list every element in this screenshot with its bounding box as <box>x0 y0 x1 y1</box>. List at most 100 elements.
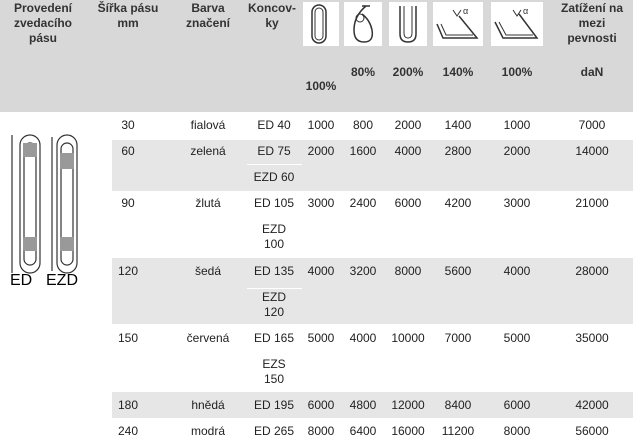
cell-end-fitting: ED 40 <box>257 118 291 132</box>
header-color: Barva značení <box>178 1 238 31</box>
cell-breaking-load: 7000 <box>578 118 606 132</box>
cell-capacity: 5000 <box>503 331 531 345</box>
svg-text:α: α <box>523 6 528 16</box>
cell-breaking-load: 56000 <box>575 424 609 438</box>
cell-end-fitting: ED 105 <box>253 196 295 210</box>
cell-width: 150 <box>117 331 139 345</box>
header-design-line2: zvedacího <box>13 16 73 30</box>
header-load-line3: pevnosti <box>567 31 617 45</box>
header-color-line1: Barva <box>191 1 225 15</box>
cell-capacity: 8000 <box>307 424 335 438</box>
header-design-line1: Provedení <box>13 1 73 15</box>
pct-choke: 80% <box>350 65 376 79</box>
cell-capacity: 3000 <box>503 196 531 210</box>
ends-separator <box>247 216 302 217</box>
cell-end-fitting: ED 75 <box>257 144 291 158</box>
cell-capacity: 800 <box>352 118 374 132</box>
pct-straight: 100% <box>305 79 337 93</box>
cell-color: žlutá <box>195 196 221 210</box>
cell-capacity: 12000 <box>391 398 425 412</box>
cell-capacity: 4000 <box>503 264 531 278</box>
header-breaking-load: Zatížení na mezi pevnosti <box>552 1 632 46</box>
cell-capacity: 8400 <box>444 398 472 412</box>
unit-dan: daN <box>580 65 604 79</box>
header-ends-line2: ky <box>265 16 279 30</box>
cell-end-fitting: EZS 150 <box>262 357 286 386</box>
cell-width: 60 <box>121 144 135 158</box>
choke-hitch-icon <box>344 2 382 46</box>
cell-capacity: 8000 <box>503 424 531 438</box>
cell-color: hnědá <box>191 398 225 412</box>
cell-capacity: 1600 <box>349 144 377 158</box>
angled-basket-100-icon: α <box>491 2 543 46</box>
label-ezd: EZD <box>46 272 78 289</box>
cell-breaking-load: 42000 <box>575 398 609 412</box>
cell-capacity: 2400 <box>349 196 377 210</box>
cell-end-fitting: ED 165 <box>253 331 295 345</box>
header-load-line2: mezi <box>578 16 606 30</box>
cell-capacity: 2000 <box>394 118 422 132</box>
header-design-line3: pásu <box>28 31 57 45</box>
svg-text:α: α <box>463 6 468 16</box>
straight-loop-sling-icon <box>303 2 339 46</box>
ends-separator <box>247 355 302 356</box>
ends-separator <box>247 164 302 165</box>
angled-basket-140-icon: α <box>433 2 483 46</box>
cell-capacity: 3000 <box>307 196 335 210</box>
cell-capacity: 1000 <box>307 118 335 132</box>
lifting-sling-table: Provedení zvedacího pásu Šířka pásu mm B… <box>0 0 633 442</box>
cell-end-fitting: EZD 60 <box>253 170 295 184</box>
cell-end-fitting: ED 135 <box>253 264 295 278</box>
basket-hitch-icon <box>389 2 427 46</box>
cell-capacity: 1000 <box>503 118 531 132</box>
ends-separator <box>247 288 302 289</box>
cell-capacity: 6400 <box>349 424 377 438</box>
cell-capacity: 4800 <box>349 398 377 412</box>
pct-angled-100: 100% <box>501 65 533 79</box>
sling-types-illustration <box>11 134 78 274</box>
pct-basket: 200% <box>392 65 424 79</box>
cell-width: 120 <box>117 264 139 278</box>
cell-capacity: 1400 <box>444 118 472 132</box>
cell-color: zelená <box>190 144 226 158</box>
cell-breaking-load: 35000 <box>575 331 609 345</box>
cell-color: šedá <box>194 264 222 278</box>
cell-color: fialová <box>190 118 226 132</box>
header-ends-line1: Koncov- <box>248 1 296 15</box>
cell-capacity: 6000 <box>394 196 422 210</box>
cell-breaking-load: 28000 <box>575 264 609 278</box>
cell-end-fitting: EZD 100 <box>262 222 286 251</box>
cell-capacity: 11200 <box>441 424 475 438</box>
pct-angled-140: 140% <box>442 65 474 79</box>
cell-capacity: 2000 <box>503 144 531 158</box>
cell-capacity: 3200 <box>349 264 377 278</box>
cell-capacity: 2000 <box>307 144 335 158</box>
cell-capacity: 6000 <box>503 398 531 412</box>
cell-capacity: 4200 <box>444 196 472 210</box>
header-width: Šířka pásu mm <box>92 1 164 31</box>
cell-breaking-load: 14000 <box>575 144 609 158</box>
header-load-line1: Zatížení na <box>560 1 623 15</box>
cell-width: 90 <box>121 196 135 210</box>
cell-width: 240 <box>117 424 139 438</box>
header-design: Provedení zvedacího pásu <box>0 1 86 46</box>
cell-end-fitting: ED 195 <box>253 398 295 412</box>
cell-capacity: 2800 <box>444 144 472 158</box>
cell-capacity: 8000 <box>394 264 422 278</box>
cell-capacity: 4000 <box>394 144 422 158</box>
header-width-line1: Šířka pásu <box>97 1 159 15</box>
cell-capacity: 4000 <box>307 264 335 278</box>
cell-breaking-load: 21000 <box>575 196 609 210</box>
cell-end-fitting: EZD 120 <box>262 290 286 319</box>
cell-capacity: 7000 <box>444 331 472 345</box>
cell-capacity: 6000 <box>307 398 335 412</box>
header-width-line2: mm <box>117 16 139 30</box>
label-ed: ED <box>10 272 33 289</box>
cell-capacity: 16000 <box>391 424 425 438</box>
header-color-line2: značení <box>185 16 230 30</box>
cell-capacity: 5600 <box>444 264 472 278</box>
cell-color: červená <box>186 331 230 345</box>
cell-width: 180 <box>117 398 139 412</box>
cell-width: 30 <box>121 118 135 132</box>
header-ends: Koncov- ky <box>242 1 302 31</box>
